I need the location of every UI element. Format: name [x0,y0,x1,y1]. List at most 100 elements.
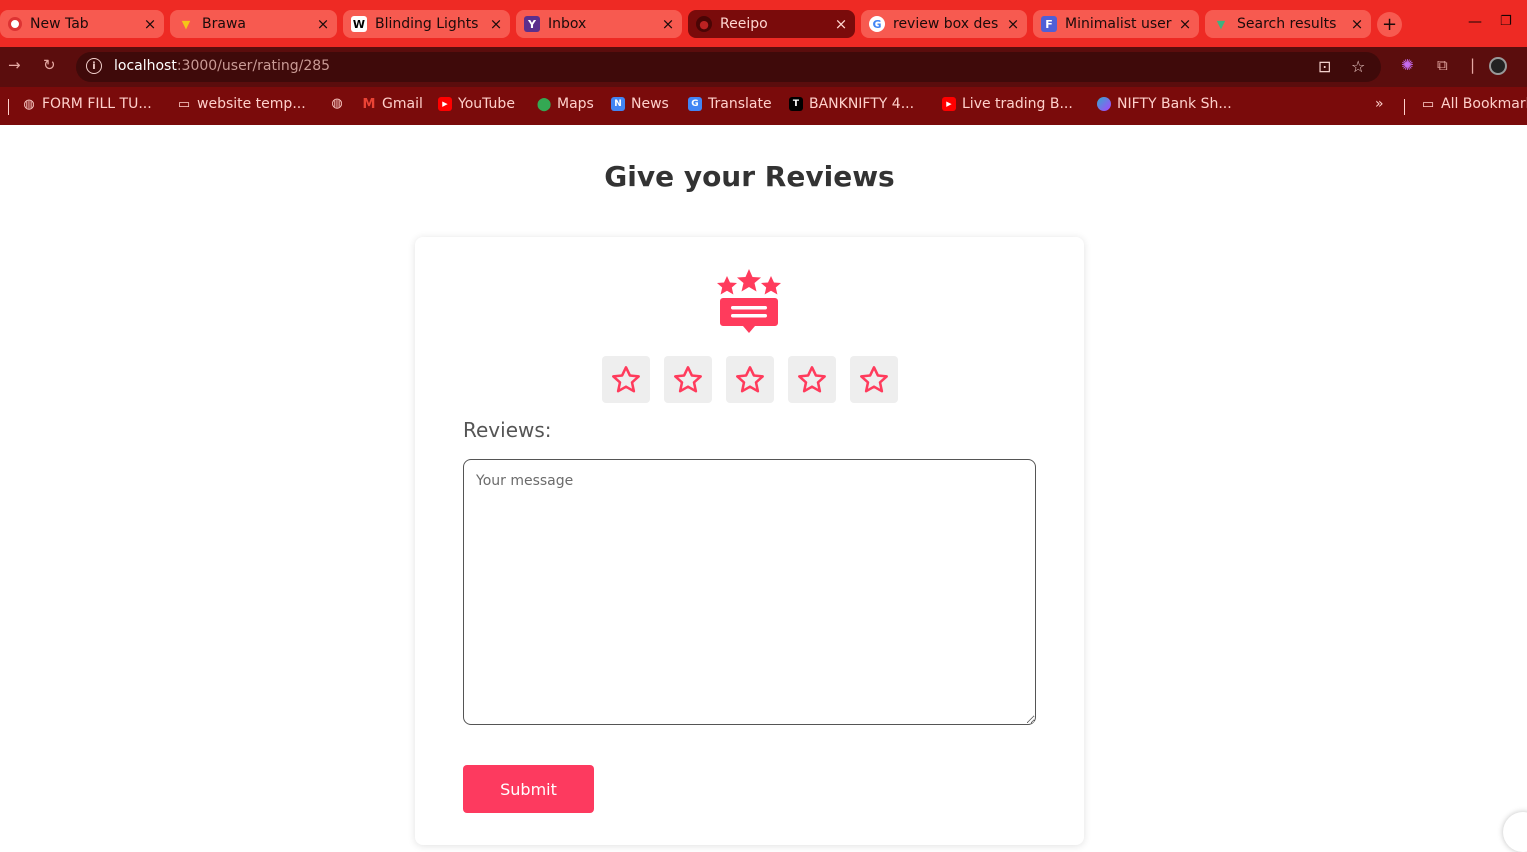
close-icon[interactable]: × [315,15,331,33]
tab-new-tab[interactable]: New Tab × [0,10,164,38]
url-host: localhost [114,58,177,74]
gmail-icon: M [362,96,376,112]
star-rating [602,356,898,403]
close-icon[interactable]: × [833,15,849,33]
bookmark-star-icon[interactable]: ☆ [1351,57,1365,76]
bookmark-globe[interactable]: ◍ [330,95,350,111]
bookmark-label: YouTube [458,96,515,112]
tab-title: Reeipo [720,16,768,32]
folder-icon: ▭ [177,96,191,112]
review-stars-icon [717,269,781,333]
star-outline-icon [860,365,888,392]
new-tab-button[interactable]: + [1377,12,1402,37]
browser-tab-strip: New Tab × ▼ Brawa × W Blinding Lights × … [0,0,1527,47]
yahoo-icon: Y [524,16,540,32]
tab-title: Blinding Lights [375,16,479,32]
all-bookmarks-folder[interactable]: ▭ All Bookmarks [1421,96,1527,112]
star-5-button[interactable] [850,356,898,403]
tab-reeipo[interactable]: ● Reeipo × [688,10,855,38]
wikipedia-icon: W [351,16,367,32]
bookmark-label: All Bookmarks [1441,96,1527,112]
bookmark-gmail[interactable]: M Gmail [362,96,423,112]
tab-title: Minimalist user [1065,16,1172,32]
url-path: :3000/user/rating/285 [176,58,331,74]
globe-icon: ◍ [23,96,35,112]
extensions-puzzle-icon[interactable]: ⧉ [1437,56,1448,74]
restore-icon[interactable]: ❐ [1500,14,1512,29]
close-icon[interactable]: × [1349,15,1365,33]
star-3-button[interactable] [726,356,774,403]
plus-icon: + [1381,14,1398,35]
tab-blinding-lights[interactable]: W Blinding Lights × [343,10,510,38]
tab-title: Brawa [202,16,246,32]
globe-icon: ◍ [331,95,343,111]
bookmark-news[interactable]: N News [611,96,669,112]
close-icon[interactable]: × [1177,15,1193,33]
tab-title: review box des [893,16,999,32]
tab-brawa[interactable]: ▼ Brawa × [170,10,337,38]
info-icon[interactable]: i [86,58,102,74]
vite-icon: ▼ [181,17,191,31]
reviews-label: Reviews: [463,418,552,442]
bookmark-label: News [631,96,669,112]
tab-search-results[interactable]: ▼ Search results × [1205,10,1371,38]
bookmarks-divider [8,99,9,115]
chrome-icon [8,17,22,31]
bookmark-label: Maps [557,96,594,112]
forward-icon[interactable]: → [8,56,21,74]
extension-brain-icon[interactable]: ✺ [1401,56,1414,74]
more-bookmarks-icon[interactable]: » [1375,96,1384,112]
star-outline-icon [612,365,640,392]
floating-extension-icon[interactable] [1503,812,1527,852]
star-outline-icon [674,365,702,392]
bookmark-label: Translate [708,96,772,112]
toolbar-divider: | [1470,56,1476,74]
tab-inbox[interactable]: Y Inbox × [516,10,682,38]
site-icon: ● [696,16,712,32]
address-bar[interactable]: i localhost:3000/user/rating/285 ⊡ ☆ [76,52,1381,82]
avatar[interactable] [1489,57,1507,75]
review-card: Reviews: Submit [415,237,1084,845]
bookmark-label: website temp... [197,96,306,112]
bookmark-label: NIFTY Bank Sh... [1117,96,1232,112]
bookmarks-divider [1404,99,1405,115]
site-icon [1097,97,1111,111]
bookmark-translate[interactable]: G Translate [688,96,772,112]
bookmark-label: Live trading B... [962,96,1073,112]
bookmark-website-temp[interactable]: ▭ website temp... [177,96,306,112]
news-icon: N [611,97,625,111]
bookmark-youtube[interactable]: ▶ YouTube [438,96,515,112]
bookmark-banknifty[interactable]: T BANKNIFTY 4... [789,96,914,112]
bookmark-maps[interactable]: ⬤ Maps [537,96,594,112]
install-app-icon[interactable]: ⊡ [1318,57,1331,76]
bookmark-live-trading[interactable]: ▶ Live trading B... [942,96,1073,112]
submit-button[interactable]: Submit [463,765,594,813]
tab-review-box[interactable]: G review box des × [861,10,1027,38]
url-text[interactable]: localhost:3000/user/rating/285 [114,58,330,74]
google-icon: G [869,16,885,32]
close-icon[interactable]: × [1005,15,1021,33]
star-outline-icon [798,365,826,392]
tab-minimalist-user[interactable]: F Minimalist user × [1033,10,1199,38]
vue-icon: ▼ [1216,17,1226,31]
bookmark-form-fill[interactable]: ◍ FORM FILL TU... [22,96,152,112]
folder-icon: ▭ [1421,96,1435,112]
bookmark-nifty-bank[interactable]: NIFTY Bank Sh... [1097,96,1232,112]
reload-icon[interactable]: ↻ [43,56,56,74]
star-4-button[interactable] [788,356,836,403]
close-icon[interactable]: × [142,15,158,33]
maps-icon: ⬤ [536,96,552,112]
close-icon[interactable]: × [660,15,676,33]
star-1-button[interactable] [602,356,650,403]
bookmark-label: FORM FILL TU... [42,96,152,112]
tradingview-icon: T [789,97,803,111]
bookmarks-bar: ◍ FORM FILL TU... ▭ website temp... ◍ M … [0,87,1527,125]
minimize-icon[interactable]: — [1468,14,1482,30]
translate-icon: G [688,97,702,111]
page-title: Give your Reviews [604,160,895,193]
tab-title: Search results [1237,16,1337,32]
star-2-button[interactable] [664,356,712,403]
close-icon[interactable]: × [488,15,504,33]
forms-icon: F [1041,16,1057,32]
review-message-textarea[interactable] [463,459,1036,725]
